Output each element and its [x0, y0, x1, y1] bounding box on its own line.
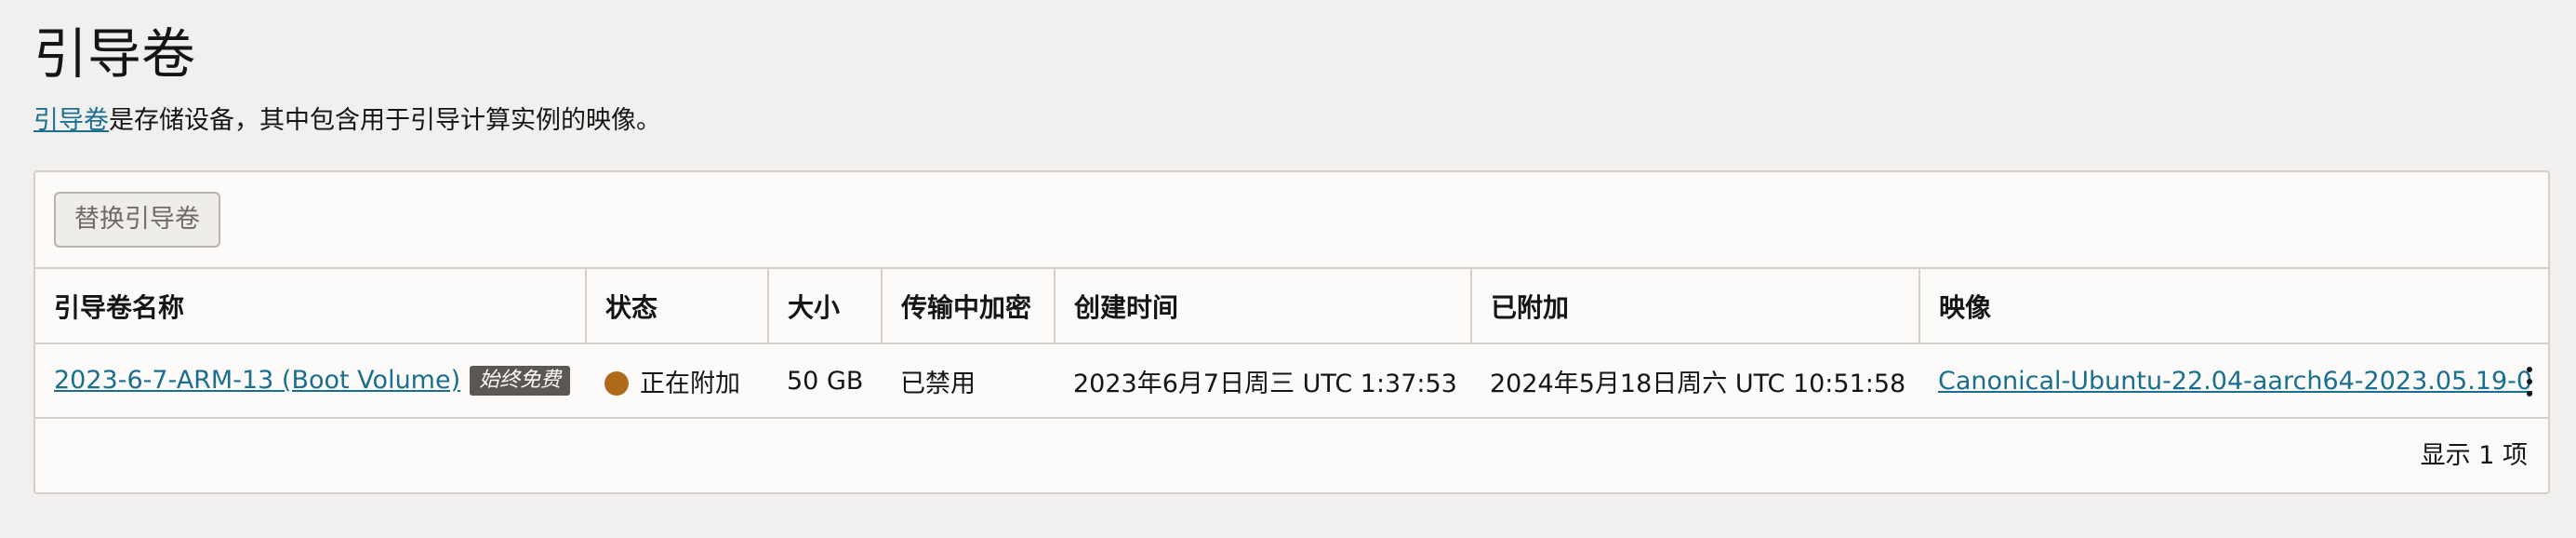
- page-description: 引导卷是存储设备，其中包含用于引导计算实例的映像。: [33, 102, 661, 140]
- image-link[interactable]: Canonical-Ubuntu-22.04-aarch64-2023.05.1…: [1938, 367, 2532, 396]
- boot-volume-name-link[interactable]: 2023-6-7-ARM-13 (Boot Volume): [54, 366, 460, 395]
- column-header-name[interactable]: 引导卷名称: [35, 269, 587, 344]
- cell-encryption: 已禁用: [882, 343, 1055, 419]
- table-header-row: 引导卷名称 状态 大小 传输中加密 创建时间 已附加 映像: [35, 269, 2548, 344]
- column-header-image[interactable]: 映像: [1919, 269, 2548, 344]
- kebab-menu-icon[interactable]: [2522, 367, 2537, 397]
- page-title: 引导卷: [33, 22, 196, 86]
- table-footer: 显示 1 项: [35, 419, 2548, 493]
- cell-created: 2023年6月7日周三 UTC 1:37:53: [1055, 343, 1471, 419]
- page-description-text: 是存储设备，其中包含用于引导计算实例的映像。: [109, 106, 661, 135]
- column-header-created[interactable]: 创建时间: [1055, 269, 1472, 344]
- column-header-status[interactable]: 状态: [586, 269, 769, 344]
- row-count-label: 显示 1 项: [2420, 441, 2528, 470]
- column-header-encryption[interactable]: 传输中加密: [882, 269, 1056, 344]
- boot-volume-help-link[interactable]: 引导卷: [33, 106, 109, 135]
- status-indicator-icon: [604, 370, 629, 396]
- cell-status: 正在附加: [586, 343, 768, 419]
- cell-attached: 2024年5月18日周六 UTC 10:51:58: [1471, 343, 1919, 419]
- always-free-badge: 始终免费: [470, 366, 571, 396]
- replace-boot-volume-button[interactable]: 替换引导卷: [54, 192, 220, 248]
- table-row: 2023-6-7-ARM-13 (Boot Volume) 始终免费 正在附加 5…: [35, 343, 2548, 419]
- boot-volume-panel: 替换引导卷 引导卷名称 状态 大小 传输中加密 创建时间 已附加 映像 2023…: [33, 170, 2550, 494]
- boot-volume-table: 引导卷名称 状态 大小 传输中加密 创建时间 已附加 映像 2023-6-7-A…: [35, 269, 2548, 419]
- column-header-attached[interactable]: 已附加: [1471, 269, 1920, 344]
- column-header-size[interactable]: 大小: [768, 269, 883, 344]
- cell-size: 50 GB: [768, 343, 882, 419]
- cell-name: 2023-6-7-ARM-13 (Boot Volume) 始终免费: [35, 343, 586, 419]
- table-toolbar: 替换引导卷: [35, 172, 2548, 269]
- status-text: 正在附加: [640, 369, 740, 398]
- cell-image: Canonical-Ubuntu-22.04-aarch64-2023.05.1…: [1919, 343, 2548, 419]
